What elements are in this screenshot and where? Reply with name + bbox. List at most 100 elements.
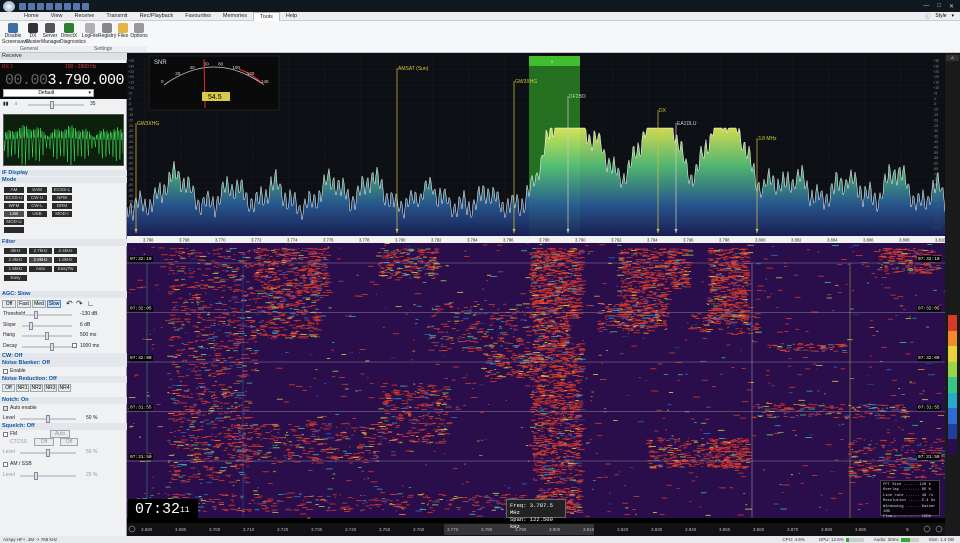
- marker-label[interactable]: EA1DLU: [677, 121, 697, 127]
- marker-label[interactable]: DF2BO: [569, 94, 586, 100]
- mode-button-nfm[interactable]: NFM: [52, 195, 72, 201]
- agc-button-med[interactable]: Med: [32, 300, 46, 308]
- slider-thumb[interactable]: [45, 332, 49, 340]
- menu-help[interactable]: Help: [280, 12, 303, 21]
- filter-button-15khz[interactable]: 1.5kHz: [4, 266, 27, 272]
- marker-label[interactable]: GW3XHG: [515, 79, 537, 85]
- agc-hang-slider[interactable]: [22, 335, 72, 337]
- menu-receive[interactable]: Receive: [69, 12, 101, 21]
- directx-diagnostics-button[interactable]: DirectX Diagnostics: [60, 23, 78, 45]
- menu-favourites[interactable]: Favourites: [179, 12, 217, 21]
- sq-fm-checkbox[interactable]: [3, 432, 8, 437]
- sq-ctcss-select[interactable]: Off: [34, 438, 54, 446]
- mode-button-ecss-u[interactable]: ECSS-U: [4, 195, 24, 201]
- stop-icon[interactable]: [55, 3, 62, 10]
- notch-auto-checkbox[interactable]: [3, 406, 8, 411]
- sq-auto-button[interactable]: Auto: [50, 430, 70, 438]
- save-icon[interactable]: [19, 3, 26, 10]
- agc-button-off[interactable]: Off: [2, 300, 16, 308]
- notch-header[interactable]: Notch: On: [0, 397, 127, 404]
- agc-threshold-slider[interactable]: [22, 314, 72, 316]
- help-icon[interactable]: ⓘ: [925, 13, 930, 20]
- play-icon[interactable]: [37, 3, 44, 10]
- agc-button-fast[interactable]: Fast: [17, 300, 31, 308]
- menu-recplayback[interactable]: Rec/Playback: [134, 12, 180, 21]
- mode-button-usb[interactable]: USB: [27, 211, 47, 217]
- nr-button-nr3[interactable]: NR3: [44, 384, 57, 392]
- speaker-icon[interactable]: ♬: [14, 101, 19, 107]
- nr-button-nr2[interactable]: NR2: [30, 384, 43, 392]
- mode-header[interactable]: Mode: [0, 177, 127, 183]
- menu-view[interactable]: View: [45, 12, 69, 21]
- record-icon[interactable]: [46, 3, 53, 10]
- display-settings-icon[interactable]: ≡: [906, 527, 909, 533]
- filter-button-24khz[interactable]: 2.4kHz: [54, 248, 77, 254]
- nr-button-off[interactable]: Off: [2, 384, 15, 392]
- undo-icon[interactable]: ↶: [66, 299, 73, 308]
- mode-button-am[interactable]: AM: [4, 187, 24, 193]
- sq-amssb-checkbox[interactable]: [3, 462, 8, 467]
- main-display[interactable]: +35 +35 +30 +30 +25 +25 +20 +20 +15 +15 +10 +10 +5 +5…: [127, 53, 945, 536]
- filter-button-3khz[interactable]: 3kHz: [4, 248, 27, 254]
- maximize-icon[interactable]: □: [937, 3, 941, 10]
- filter-button-23khz[interactable]: 2.3kHz: [4, 257, 27, 263]
- agc-decay-slider[interactable]: [22, 346, 72, 348]
- marker-label[interactable]: 3.8 MHz: [758, 136, 777, 142]
- nr-button-nr4[interactable]: NR4: [58, 384, 71, 392]
- menu-transmit[interactable]: Transmit: [100, 12, 133, 21]
- filter-button-27khz[interactable]: 2.7kHz: [29, 248, 52, 254]
- agc-slope-slider[interactable]: [22, 325, 72, 327]
- marker-label[interactable]: DX: [659, 108, 667, 114]
- undo-icon[interactable]: [28, 3, 35, 10]
- mode-button-mod-i[interactable]: MOD-I: [52, 211, 72, 217]
- squelch-header[interactable]: Squelch: Off: [0, 423, 127, 430]
- menu-memories[interactable]: Memories: [217, 12, 253, 21]
- slider-thumb[interactable]: [34, 311, 38, 319]
- spectrum-waterfall[interactable]: +35 +35+30 +30+25 +25+20 +20+15 +15+10 +10+5 +5…: [127, 53, 945, 536]
- close-icon[interactable]: ✕: [949, 3, 954, 10]
- marker-label[interactable]: AMSAT (Sun): [398, 66, 429, 72]
- minimize-icon[interactable]: —: [923, 3, 929, 10]
- frequency-axis[interactable]: [127, 236, 945, 243]
- mode-button-ecss-l[interactable]: ECSS-L: [52, 187, 72, 193]
- sq-level-slider[interactable]: [20, 452, 76, 454]
- style-select[interactable]: Style: [935, 13, 946, 19]
- help-icon[interactable]: [82, 3, 89, 10]
- if-display-header[interactable]: IF Display: [0, 170, 127, 176]
- logfile-button[interactable]: LogFile: [81, 23, 99, 40]
- waterfall-colorbar[interactable]: [948, 315, 957, 455]
- filter-button-18khz[interactable]: 1.8kHz: [54, 257, 77, 263]
- vfo-frequency[interactable]: 00.003.790.000: [5, 72, 124, 89]
- slider-thumb[interactable]: [50, 343, 54, 351]
- gear-icon[interactable]: [64, 3, 71, 10]
- mode-button-drm[interactable]: DRM: [52, 203, 72, 209]
- cw-header[interactable]: CW: Off: [0, 353, 127, 360]
- agc-button-slow[interactable]: Slow: [47, 300, 61, 308]
- sq-tone-select[interactable]: Off: [60, 438, 78, 446]
- mode-button-lsb[interactable]: LSB: [4, 211, 24, 217]
- menu-home[interactable]: Home: [18, 12, 45, 21]
- slider-thumb[interactable]: [29, 322, 33, 330]
- app-menu-icon[interactable]: [3, 1, 15, 12]
- server-manager-button[interactable]: Server Manager: [41, 23, 59, 45]
- mode-button-sam[interactable]: SAM: [27, 187, 47, 193]
- filter-button-28khz[interactable]: 2.8kHz: [29, 257, 52, 263]
- filter-top-handle[interactable]: [529, 56, 580, 66]
- notch-level-slider[interactable]: [20, 418, 76, 420]
- filter-button-auto[interactable]: Auto: [29, 266, 52, 272]
- nb-enable-checkbox[interactable]: [3, 369, 8, 374]
- mode-extra-button[interactable]: [4, 227, 24, 233]
- noise-blanker-header[interactable]: Noise Blanker: Off: [0, 360, 127, 367]
- filter-button-easy[interactable]: Easy: [4, 275, 27, 281]
- redo-icon[interactable]: ↷: [76, 299, 83, 308]
- filter-header[interactable]: Filter: [0, 239, 127, 246]
- dx-cluster-button[interactable]: DX Cluster: [24, 23, 42, 45]
- disable-screensaver-button[interactable]: Disable Screensaver: [2, 23, 24, 45]
- options-button[interactable]: Options: [130, 23, 148, 40]
- mode-button-mod-u[interactable]: MOD-U: [4, 219, 24, 225]
- volume-slider[interactable]: [28, 104, 84, 106]
- mode-button-cw-u[interactable]: CW-U: [27, 195, 47, 201]
- filter-button-easytw[interactable]: EasyTw: [54, 266, 77, 272]
- mode-button-wfm[interactable]: WFM: [4, 203, 24, 209]
- mode-button-cw-l[interactable]: CW-L: [27, 203, 47, 209]
